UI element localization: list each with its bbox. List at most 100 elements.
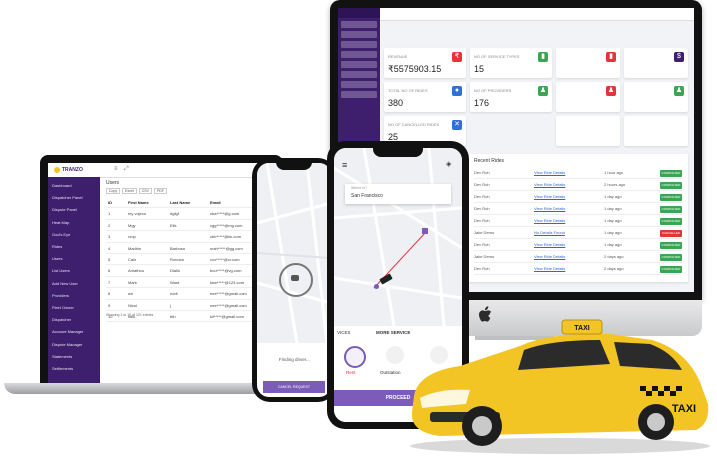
table-cell: kkw*****@123.com xyxy=(210,279,245,285)
ride-time: 1 day ago xyxy=(604,230,622,235)
column-header: First Name xyxy=(128,200,149,205)
sidebar-item[interactable]: Dispatcher Panel xyxy=(52,195,82,200)
sidebar-item[interactable]: Rides xyxy=(52,244,62,249)
map-view[interactable]: Where to? San Francisco ≡ ◈ xyxy=(334,148,462,327)
table-row: Dev Roh View Ride Details 2 hours ago COMPL… xyxy=(474,180,682,191)
ride-time: 2 days ago xyxy=(604,254,624,259)
table-cell: 6 xyxy=(108,268,111,274)
service-label-outstation: Outstation xyxy=(380,370,401,375)
cancel-icon: ✕ xyxy=(452,120,462,130)
ride-details-link[interactable]: View Ride Details xyxy=(534,242,565,247)
table-row: Dev Roh View Ride Details 1 hour ago COMPLE… xyxy=(474,168,682,179)
status-badge: COMPLETED xyxy=(660,170,682,177)
export-excel-button[interactable]: Excel xyxy=(122,188,137,194)
sidebar-item[interactable] xyxy=(341,61,377,68)
laptop-screen: TRANZO ≡ ⤢ Dashboard Dispatcher Panel Disp… xyxy=(48,163,275,383)
menu-icon[interactable]: ≡ xyxy=(114,166,118,172)
table-row[interactable]: 4 Madhin Barbosa mah*****@gg.com xyxy=(106,243,270,254)
ride-time: 1 day ago xyxy=(604,206,622,211)
sidebar-item[interactable]: Add New User xyxy=(52,281,78,286)
dropoff-pin-icon xyxy=(422,228,428,234)
export-pdf-button[interactable]: PDF xyxy=(153,188,167,194)
services-tab[interactable]: VICES xyxy=(337,330,351,335)
users-icon: ♟ xyxy=(538,86,548,96)
chart-icon: ▮ xyxy=(538,52,548,62)
finding-driver-text: Finding driver... xyxy=(279,357,310,362)
table-cell: Eiik xyxy=(170,222,177,228)
table-row[interactable]: 8 wn eddi eee*****@gmail.com xyxy=(106,288,270,300)
ride-details-link[interactable]: View Ride Details xyxy=(534,194,565,199)
table-row[interactable]: 9 Nicol j nee*****@gmail.com xyxy=(106,300,270,311)
ride-details-link[interactable]: No Details Found xyxy=(534,230,565,235)
sidebar-item[interactable] xyxy=(341,71,377,78)
sidebar-item[interactable]: Dispute Panel xyxy=(52,207,77,212)
locate-icon[interactable]: ◈ xyxy=(446,160,451,168)
ride-details-link[interactable]: View Ride Details xyxy=(534,182,565,187)
ride-user: Jake Demo xyxy=(474,254,495,259)
phone-notch xyxy=(276,162,312,170)
sidebar-item[interactable]: Providers xyxy=(52,293,69,298)
ride-details-link[interactable]: View Ride Details xyxy=(534,170,565,175)
table-row[interactable]: 5 Calo Rondon cxx*****@cr.com xyxy=(106,254,270,266)
export-csv-button[interactable]: CSV xyxy=(138,188,152,194)
sidebar-item[interactable]: Account Manager xyxy=(52,329,83,334)
table-row: Dev Roh View Ride Details 1 day ago COMPLET… xyxy=(474,204,682,215)
person-icon: ♟ xyxy=(606,86,616,96)
table-cell: 8 xyxy=(108,291,111,297)
sidebar-item[interactable]: God's Eye xyxy=(52,232,70,237)
table-cell: 7 xyxy=(108,279,111,285)
stat-value: 380 xyxy=(388,98,404,108)
hamburger-menu-icon[interactable]: ≡ xyxy=(342,160,347,170)
side-taxi-text: TAXI xyxy=(672,403,696,415)
ride-user: Dev Roh xyxy=(474,266,490,271)
location-search-card[interactable]: Where to? San Francisco xyxy=(345,184,451,204)
stat-label: REVENUE xyxy=(388,54,408,59)
table-footer: Showing 1 to 10 of 121 entries xyxy=(106,313,154,317)
sidebar-item[interactable] xyxy=(341,51,377,58)
ride-details-link[interactable]: View Ride Details xyxy=(534,206,565,211)
phone-notch xyxy=(373,147,423,157)
table-row[interactable]: 3 rzop cbb*****@kk.com xyxy=(106,231,270,243)
table-row[interactable]: 2 Mgy Eiik cgg*****@mg.com xyxy=(106,220,270,232)
sidebar-item[interactable]: Dashboard xyxy=(52,183,72,188)
ride-details-link[interactable]: View Ride Details xyxy=(534,218,565,223)
car-icon xyxy=(291,275,299,281)
ride-details-link[interactable]: View Ride Details xyxy=(534,266,565,271)
destination-text: San Francisco xyxy=(351,193,383,199)
table-row[interactable]: 6 Amathou Diallo bou*****@vg.com xyxy=(106,265,270,277)
stat-label: NO OF CANCELLED RIDES xyxy=(388,122,440,127)
ride-user: Dev Roh xyxy=(474,182,490,187)
sidebar-item[interactable]: Settlements xyxy=(52,366,73,371)
export-copy-button[interactable]: Copy xyxy=(106,188,121,194)
table-cell: dgfgf xyxy=(170,211,179,217)
sidebar-item[interactable] xyxy=(341,91,377,98)
ride-details-link[interactable]: View Ride Details xyxy=(534,254,565,259)
sidebar-item[interactable]: Users xyxy=(52,256,62,261)
sidebar-item[interactable] xyxy=(341,21,377,28)
map-view[interactable] xyxy=(257,163,331,344)
sidebar-item[interactable]: Dispatcher xyxy=(52,317,71,322)
sidebar-item[interactable]: Dispute Manager xyxy=(52,342,82,347)
stat-label: TOTAL NO OF RIDES xyxy=(388,88,428,93)
sidebar-item[interactable]: Statements xyxy=(52,354,72,359)
status-badge: COMPLETED xyxy=(660,218,682,225)
table-cell: Mark xyxy=(128,279,137,285)
table-cell: kil*****@gmail.com xyxy=(210,313,244,319)
fullscreen-icon[interactable]: ⤢ xyxy=(124,166,129,173)
sidebar-item[interactable] xyxy=(341,81,377,88)
rupee-icon: ₹ xyxy=(452,52,462,62)
table-row[interactable]: 1 my vojeco dgfgf cba*****@g.com xyxy=(106,208,270,220)
sidebar-item[interactable] xyxy=(341,41,377,48)
table-cell: mah*****@gg.com xyxy=(210,245,243,251)
stat-card-service-types: NO OF SERVICE TYPES 15 ▮ xyxy=(470,48,552,78)
sidebar-item[interactable]: List Users xyxy=(52,268,70,273)
service-option-rent[interactable] xyxy=(344,346,366,368)
sidebar-item[interactable]: Fleet Owner xyxy=(52,305,74,310)
sidebar-item[interactable]: Heat Map xyxy=(52,220,69,225)
table-cell: Calo xyxy=(128,256,137,262)
table-cell: wn xyxy=(128,291,134,297)
cancel-request-button[interactable]: CANCEL REQUEST xyxy=(263,381,325,393)
sidebar-item[interactable] xyxy=(341,31,377,38)
dropoff-hint: Where to? xyxy=(351,186,368,190)
table-row[interactable]: 7 Mark Ward kkw*****@123.com xyxy=(106,277,270,289)
